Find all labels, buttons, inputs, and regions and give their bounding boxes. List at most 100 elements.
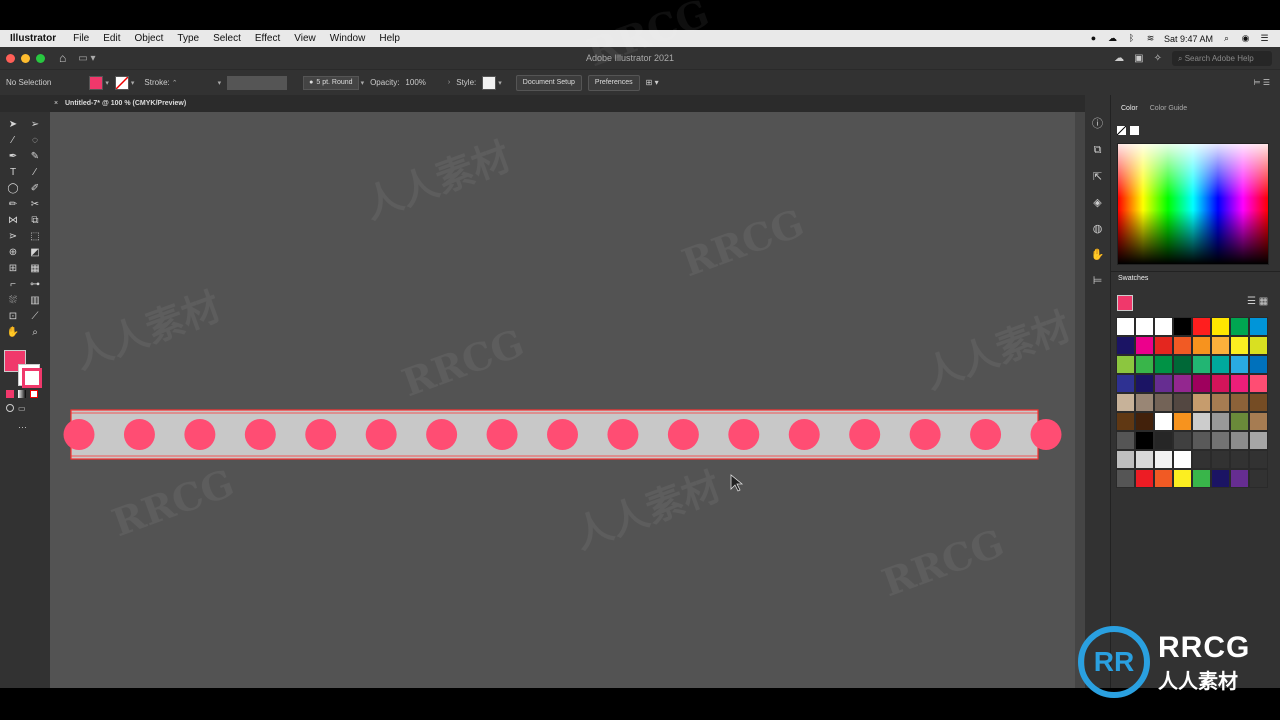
mesh-icon[interactable]: ⊞ [4, 262, 22, 274]
swatch[interactable] [1230, 374, 1249, 393]
arrange-icon[interactable]: ⊞ ▾ [646, 78, 659, 87]
workspace-switcher-icon[interactable]: ▭ ▾ [78, 53, 95, 64]
swatch[interactable] [1192, 355, 1211, 374]
zoom-icon[interactable]: ⌕ [26, 326, 44, 338]
direct-selection-tool-icon[interactable]: ➢ [26, 118, 44, 130]
list-view-icon[interactable]: ☰ ▦ [1247, 296, 1268, 307]
swatches-fill-preview[interactable] [1117, 295, 1133, 311]
white-swatch[interactable] [1130, 126, 1139, 135]
selection-tool-icon[interactable]: ➤ [4, 118, 22, 130]
close-tab-icon[interactable]: × [54, 100, 58, 107]
swatch[interactable] [1135, 317, 1154, 336]
gradient-icon[interactable]: ▦ [26, 262, 44, 274]
swatch[interactable] [1249, 412, 1268, 431]
appearance-icon[interactable]: ◍ [1093, 222, 1103, 235]
wifi-icon[interactable]: ≋ [1145, 33, 1156, 44]
color-mode-icon[interactable] [6, 390, 14, 398]
dot-circle[interactable] [486, 419, 518, 450]
swatch[interactable] [1249, 355, 1268, 374]
stroke-swatch[interactable] [114, 75, 129, 90]
align-icon[interactable]: ⊨ ☰ [1254, 78, 1270, 87]
fill-swatch[interactable] [89, 75, 104, 90]
swatch[interactable] [1249, 336, 1268, 355]
canvas[interactable] [50, 112, 1085, 688]
swatch[interactable] [1135, 336, 1154, 355]
swatch[interactable] [1116, 450, 1135, 469]
swatch[interactable] [1192, 374, 1211, 393]
chevron-down-icon[interactable]: ▾ [361, 79, 365, 87]
preferences-button[interactable]: Preferences [587, 74, 640, 91]
tab-color[interactable]: Color [1121, 105, 1138, 112]
swatch[interactable] [1230, 450, 1249, 469]
document-tab[interactable]: Untitled-7* @ 100 % (CMYK/Preview) [65, 100, 186, 107]
swatch[interactable] [1173, 412, 1192, 431]
chevron-down-icon[interactable]: ▾ [218, 79, 222, 87]
shape-builder-icon[interactable]: ⊕ [4, 246, 22, 258]
swatch[interactable] [1211, 374, 1230, 393]
hand-icon[interactable]: ✋ [4, 326, 22, 338]
curvature-tool-icon[interactable]: ✎ [26, 150, 44, 162]
swatch[interactable] [1116, 469, 1135, 488]
swatch[interactable] [1154, 336, 1173, 355]
home-icon[interactable]: ⌂ [59, 51, 66, 65]
dot-circle[interactable] [970, 419, 1002, 450]
record-icon[interactable]: ● [1088, 33, 1099, 44]
width-tool-icon[interactable]: ⋗ [4, 230, 22, 242]
bluetooth-icon[interactable]: ᛒ [1126, 33, 1137, 44]
swatch[interactable] [1116, 393, 1135, 412]
screen-mode-icon[interactable]: ▭ [18, 404, 26, 413]
swatch[interactable] [1116, 355, 1135, 374]
stroke-stepper[interactable]: ⌃ [172, 79, 178, 87]
line-tool-icon[interactable]: ∕ [26, 166, 44, 178]
opacity-value[interactable]: 100% [405, 78, 425, 87]
swatch[interactable] [1192, 317, 1211, 336]
swatch[interactable] [1249, 450, 1268, 469]
magic-wand-icon[interactable]: ⁄ [4, 134, 22, 146]
close-window-button[interactable] [6, 53, 15, 63]
swatch[interactable] [1135, 431, 1154, 450]
export-icon[interactable]: ⇱ [1093, 170, 1102, 183]
swatch[interactable] [1211, 412, 1230, 431]
minimize-window-button[interactable] [21, 53, 30, 63]
swatch[interactable] [1230, 412, 1249, 431]
swatch[interactable] [1211, 469, 1230, 488]
cloud-sync-icon[interactable]: ☁ [1114, 53, 1124, 64]
swatch[interactable] [1230, 355, 1249, 374]
swatch[interactable] [1135, 393, 1154, 412]
list-icon[interactable]: ☰ [1259, 33, 1270, 44]
swatch[interactable] [1154, 317, 1173, 336]
swatch[interactable] [1211, 393, 1230, 412]
swatch[interactable] [1211, 431, 1230, 450]
menu-effect[interactable]: Effect [248, 33, 287, 44]
dot-circle[interactable] [667, 419, 699, 450]
color-spectrum[interactable] [1117, 143, 1269, 265]
dot-circle[interactable] [849, 419, 881, 450]
artboard-icon[interactable]: ⊡ [4, 310, 22, 322]
ellipse-tool-icon[interactable]: ◯ [4, 182, 22, 194]
swatch[interactable] [1192, 393, 1211, 412]
swatch[interactable] [1249, 431, 1268, 450]
swatch[interactable] [1135, 374, 1154, 393]
dot-circle[interactable] [123, 419, 155, 450]
zoom-window-button[interactable] [36, 53, 45, 63]
menu-help[interactable]: Help [372, 33, 407, 44]
layers-icon[interactable]: ◈ [1093, 196, 1101, 209]
swatch[interactable] [1230, 469, 1249, 488]
puppet-icon[interactable]: ✋ [1091, 248, 1105, 261]
brush-dropdown[interactable]: ● 5 pt. Round [303, 75, 359, 90]
opacity-label[interactable]: Opacity: [370, 78, 399, 87]
tab-color-guide[interactable]: Color Guide [1150, 105, 1187, 112]
swatch[interactable] [1173, 355, 1192, 374]
swatch[interactable] [1154, 412, 1173, 431]
align-panel-icon[interactable]: ⊨ [1093, 274, 1103, 287]
type-tool-icon[interactable]: T [4, 166, 22, 178]
swatch[interactable] [1173, 393, 1192, 412]
slice-icon[interactable]: ⟋ [26, 310, 44, 322]
arrange-docs-icon[interactable]: ▣ [1134, 53, 1143, 64]
swatch[interactable] [1116, 336, 1135, 355]
chevron-right-icon[interactable]: › [448, 79, 450, 86]
dot-circle[interactable] [426, 419, 458, 450]
menu-window[interactable]: Window [323, 33, 373, 44]
swatch[interactable] [1249, 469, 1268, 488]
swatch[interactable] [1249, 393, 1268, 412]
